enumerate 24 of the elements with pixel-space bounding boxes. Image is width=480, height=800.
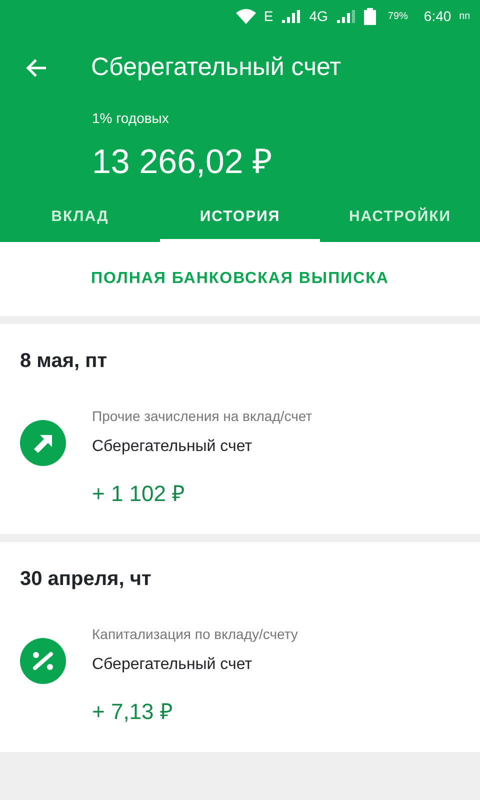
account-name: Сберегательный счет <box>92 655 254 675</box>
signal-icon <box>281 8 302 24</box>
day-date: 30 апреля, чт <box>19 567 152 592</box>
battery-icon <box>364 8 376 24</box>
signal-icon <box>336 8 356 24</box>
operation-category: Прочие зачисления на вклад/счет <box>92 407 312 426</box>
battery-percent: 79% <box>388 10 408 24</box>
wifi-icon <box>236 8 256 24</box>
network-type: E <box>264 6 274 26</box>
tab[interactable]: НАСТРОЙКИ <box>320 196 480 242</box>
time-suffix: пп <box>459 10 470 24</box>
network-type: 4G <box>309 6 328 26</box>
operation-amount: + 1 102 ₽ <box>92 480 186 508</box>
day-date: 8 мая, пт <box>19 349 108 374</box>
operation-amount: + 7,13 ₽ <box>92 698 174 726</box>
screen-title: Сберегательный счет <box>91 52 342 84</box>
account-name: Сберегательный счет <box>92 437 254 457</box>
clock: 6:40 <box>424 6 452 26</box>
tab[interactable]: ВКЛАД <box>0 196 160 242</box>
balance-amount: 13 266,02 ₽ <box>92 142 274 183</box>
interest-rate: 1% годовых <box>92 109 170 128</box>
operation-category: Капитализация по вкладу/счету <box>92 625 298 644</box>
percent-icon <box>20 638 66 684</box>
back-icon[interactable] <box>25 58 47 78</box>
